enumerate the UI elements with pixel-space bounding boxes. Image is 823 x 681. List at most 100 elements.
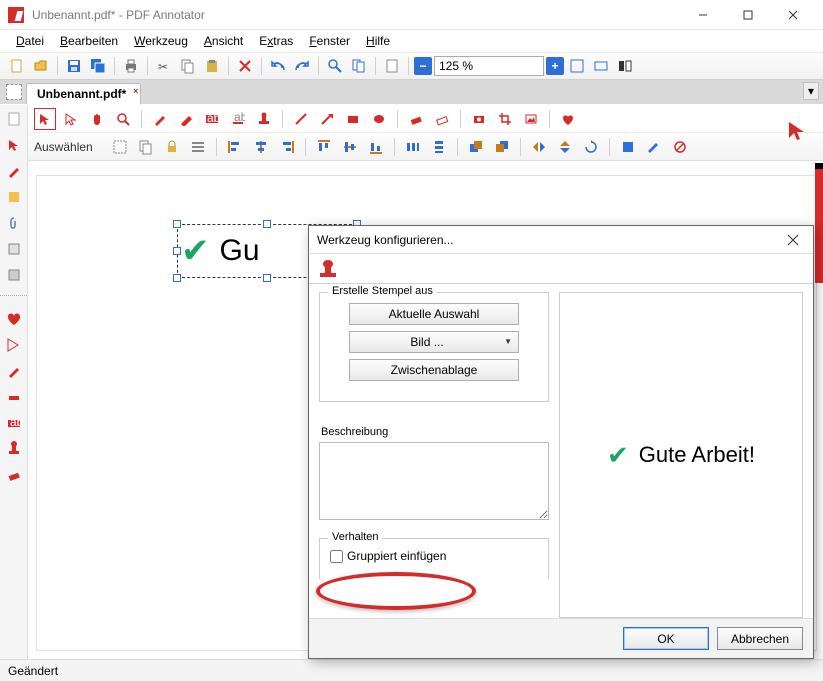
bring-front-icon[interactable] [465, 136, 487, 158]
sidebar-note-icon[interactable] [4, 187, 24, 207]
current-selection-button[interactable]: Aktuelle Auswahl [349, 303, 519, 325]
tool-pen-icon[interactable] [149, 108, 171, 130]
sidebar-bookmark-icon[interactable] [4, 239, 24, 259]
tool-snapshot-icon[interactable] [468, 108, 490, 130]
sel-rect-icon[interactable] [109, 136, 131, 158]
close-button[interactable] [770, 0, 815, 30]
align-top-icon[interactable] [313, 136, 335, 158]
description-input[interactable] [319, 442, 549, 520]
resize-handle[interactable] [173, 247, 181, 255]
find-icon[interactable] [324, 55, 346, 77]
menu-extras[interactable]: Extras [253, 32, 299, 50]
fav-textbox-icon[interactable]: abl [4, 413, 24, 433]
tool-rect-icon[interactable] [342, 108, 364, 130]
tool-zoom-icon[interactable] [112, 108, 134, 130]
style-none-icon[interactable] [669, 136, 691, 158]
tool-whiteout-icon[interactable] [431, 108, 453, 130]
undo-icon[interactable] [267, 55, 289, 77]
copy-icon[interactable] [177, 55, 199, 77]
clipboard-button[interactable]: Zwischenablage [349, 359, 519, 381]
delete-icon[interactable] [234, 55, 256, 77]
blank-page-icon[interactable] [381, 55, 403, 77]
resize-handle[interactable] [263, 274, 271, 282]
sel-menu-icon[interactable] [187, 136, 209, 158]
redo-icon[interactable] [291, 55, 313, 77]
sidebar-more-icon[interactable] [4, 265, 24, 285]
new-doc-icon[interactable] [6, 55, 28, 77]
tool-hand-icon[interactable] [86, 108, 108, 130]
sidebar-attach-icon[interactable] [4, 213, 24, 233]
zoom-out-button[interactable]: − [414, 57, 432, 75]
tool-line-icon[interactable] [290, 108, 312, 130]
saveall-icon[interactable] [87, 55, 109, 77]
tool-marker-icon[interactable] [175, 108, 197, 130]
sidebar-page-icon[interactable] [4, 109, 24, 129]
tab-overflow-button[interactable]: ▾ [803, 82, 819, 100]
sel-lock-icon[interactable] [161, 136, 183, 158]
resize-handle[interactable] [173, 274, 181, 282]
grouped-insert-checkbox[interactable] [330, 550, 343, 563]
sel-copy-icon[interactable] [135, 136, 157, 158]
menu-bearbeiten[interactable]: Bearbeiten [54, 32, 124, 50]
tool-stamp-icon[interactable] [253, 108, 275, 130]
style-fill-icon[interactable] [617, 136, 639, 158]
distribute-v-icon[interactable] [428, 136, 450, 158]
image-button[interactable]: Bild ... [349, 331, 519, 353]
menu-hilfe[interactable]: Hilfe [360, 32, 396, 50]
fav-pen-icon[interactable] [4, 361, 24, 381]
menu-werkzeug[interactable]: Werkzeug [128, 32, 194, 50]
maximize-button[interactable] [725, 0, 770, 30]
align-bottom-icon[interactable] [365, 136, 387, 158]
tool-text-icon[interactable]: abl [201, 108, 223, 130]
resize-handle[interactable] [263, 220, 271, 228]
align-middle-v-icon[interactable] [339, 136, 361, 158]
fav-stamp-icon[interactable] [4, 439, 24, 459]
flip-v-icon[interactable] [554, 136, 576, 158]
align-left-icon[interactable] [224, 136, 246, 158]
fav-eraser-icon[interactable] [4, 465, 24, 485]
dialog-close-button[interactable] [781, 228, 805, 252]
resize-handle[interactable] [173, 220, 181, 228]
cut-icon[interactable]: ✂ [153, 55, 175, 77]
tool-favorite-icon[interactable] [557, 108, 579, 130]
sidebar-pen-icon[interactable] [4, 161, 24, 181]
tab-close-icon[interactable]: × [133, 86, 138, 96]
fit-page-icon[interactable] [566, 55, 588, 77]
tool-ellipse-icon[interactable] [368, 108, 390, 130]
cancel-button[interactable]: Abbrechen [717, 627, 803, 650]
fav-arrow-icon[interactable] [4, 335, 24, 355]
fav-heart-icon[interactable] [4, 309, 24, 329]
ok-button[interactable]: OK [623, 627, 709, 650]
align-right-icon[interactable] [276, 136, 298, 158]
tool-arrow-icon[interactable] [316, 108, 338, 130]
fit-width-icon[interactable] [590, 55, 612, 77]
menu-ansicht[interactable]: Ansicht [198, 32, 249, 50]
tool-underline-icon[interactable]: ab [227, 108, 249, 130]
tool-lasso-icon[interactable] [60, 108, 82, 130]
two-page-icon[interactable] [614, 55, 636, 77]
distribute-h-icon[interactable] [402, 136, 424, 158]
tool-image-icon[interactable] [520, 108, 542, 130]
flip-h-icon[interactable] [528, 136, 550, 158]
save-icon[interactable] [63, 55, 85, 77]
sidebar-cursor-icon[interactable] [4, 135, 24, 155]
print-icon[interactable] [120, 55, 142, 77]
style-pen-icon[interactable] [643, 136, 665, 158]
menu-datei[interactable]: Datei [10, 32, 50, 50]
minimize-button[interactable] [680, 0, 725, 30]
rotate-icon[interactable] [580, 136, 602, 158]
zoom-input[interactable] [434, 56, 544, 76]
paste-icon[interactable] [201, 55, 223, 77]
grouped-insert-row[interactable]: Gruppiert einfügen [330, 549, 538, 563]
tool-crop-icon[interactable] [494, 108, 516, 130]
fav-highlight-icon[interactable] [4, 387, 24, 407]
tool-select-icon[interactable] [34, 108, 56, 130]
align-center-h-icon[interactable] [250, 136, 272, 158]
find-pages-icon[interactable] [348, 55, 370, 77]
document-tab[interactable]: Unbenannt.pdf* × [26, 83, 141, 104]
send-back-icon[interactable] [491, 136, 513, 158]
tool-eraser-icon[interactable] [405, 108, 427, 130]
open-icon[interactable] [30, 55, 52, 77]
zoom-in-button[interactable]: + [546, 57, 564, 75]
menu-fenster[interactable]: Fenster [303, 32, 356, 50]
